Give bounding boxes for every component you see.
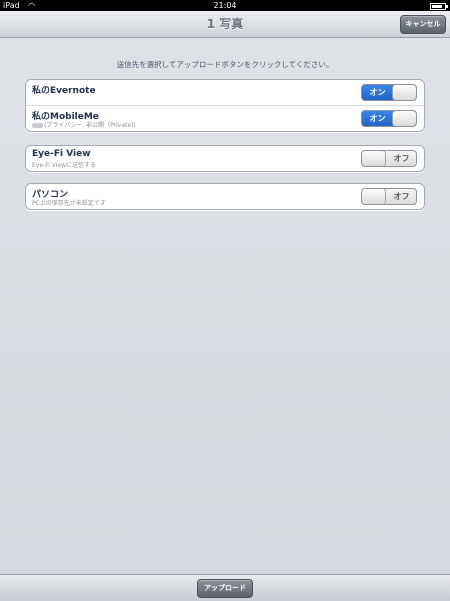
redacted-username	[32, 123, 43, 128]
toggle-knob	[362, 189, 385, 204]
row-subtitle: (プライバシー: 非公開（Private))	[32, 120, 136, 129]
bottom-toolbar: アップロード	[0, 574, 450, 601]
destination-group-eyefi: Eye-Fi View Eye-Fi Viewに送信する オフ	[25, 145, 425, 172]
row-subtitle: Eye-Fi Viewに送信する	[32, 162, 97, 169]
evernote-toggle[interactable]: オン	[361, 84, 417, 101]
upload-button[interactable]: アップロード	[197, 579, 253, 598]
row-label: Eye-Fi View	[32, 149, 91, 159]
pc-toggle[interactable]: オフ	[361, 188, 417, 205]
mobileme-toggle[interactable]: オン	[361, 110, 417, 127]
battery-icon	[430, 3, 448, 10]
cancel-button[interactable]: キャンセル	[400, 15, 446, 34]
toggle-text: オン	[369, 88, 386, 97]
status-time: 21:04	[213, 1, 237, 10]
main-content: 送信先を選択してアップロードボタンをクリックしてください。 私のEvernote…	[0, 38, 450, 574]
row-subtitle: PC上の保存先が未設定です	[32, 200, 106, 207]
destination-group-cloud: 私のEvernote オン 私のMobileMe (プライバシー: 非公開（Pr…	[25, 79, 425, 132]
toggle-knob	[393, 111, 416, 126]
row-label: 私のEvernote	[32, 86, 96, 96]
eyefi-view-toggle[interactable]: オフ	[361, 150, 417, 167]
destination-group-pc: パソコン PC上の保存先が未設定です オフ	[25, 183, 425, 210]
toggle-knob	[393, 85, 416, 100]
row-pc: パソコン PC上の保存先が未設定です オフ	[26, 184, 424, 209]
row-eyefi-view: Eye-Fi View Eye-Fi Viewに送信する オフ	[26, 146, 424, 171]
toggle-text: オフ	[393, 192, 410, 201]
toggle-text: オフ	[393, 154, 410, 163]
toggle-knob	[362, 151, 385, 166]
row-mobileme: 私のMobileMe (プライバシー: 非公開（Private)) オン	[26, 105, 424, 131]
toggle-text: オン	[369, 114, 386, 123]
navigation-bar: 1 写真 キャンセル	[0, 11, 450, 38]
status-bar: iPad ◠ 21:04	[0, 0, 450, 11]
row-evernote: 私のEvernote オン	[26, 80, 424, 105]
instruction-text: 送信先を選択してアップロードボタンをクリックしてください。	[116, 60, 334, 69]
page-title: 1 写真	[206, 17, 244, 31]
